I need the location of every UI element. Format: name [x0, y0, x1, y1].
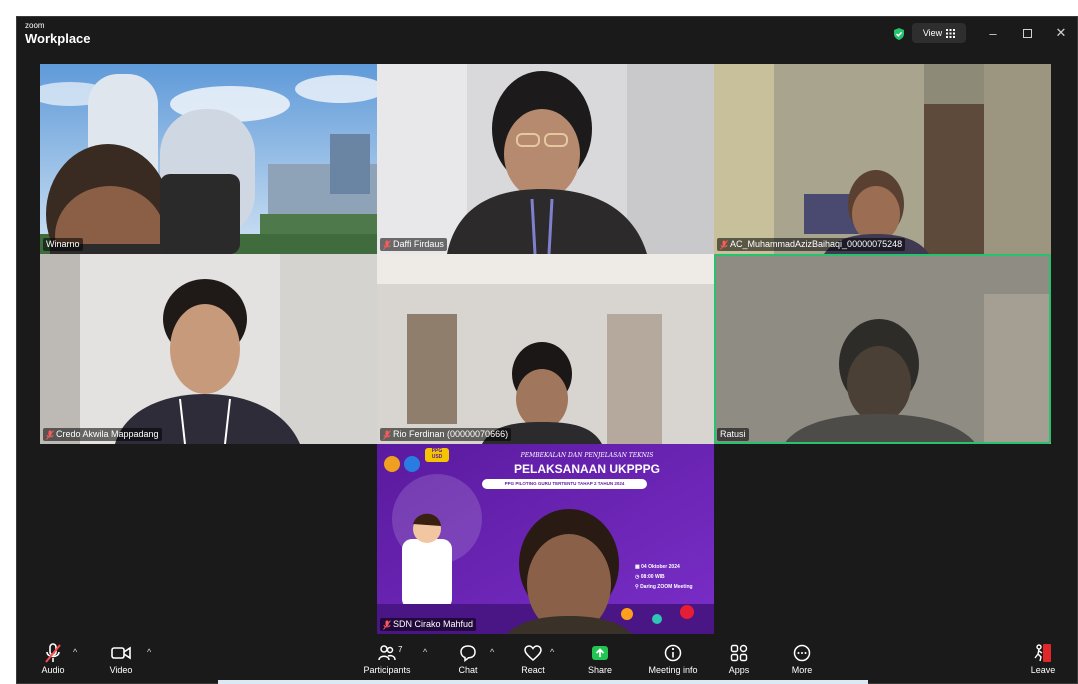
participants-icon	[378, 645, 396, 661]
participants-count: 7	[398, 645, 403, 654]
taskbar-edge	[218, 680, 868, 684]
participant-name: Winarno	[46, 239, 80, 249]
apps-label: Apps	[728, 665, 750, 675]
mic-muted-icon	[383, 239, 391, 250]
video-tile-rio-ferdinan[interactable]: Rio Ferdinan (00000070666)	[377, 254, 714, 444]
chat-bubble-icon	[460, 645, 476, 662]
chat-label: Chat	[458, 665, 478, 675]
banner-tagline: PPG PILOTING GURU TERTENTU TAHAP 2 TAHUN…	[482, 479, 647, 489]
participants-options-chevron-icon[interactable]: ^	[423, 647, 427, 657]
participant-name: Ratusi	[720, 429, 746, 439]
leave-label: Leave	[1030, 665, 1056, 675]
share-screen-icon	[592, 646, 608, 660]
participant-name-tag: Credo Akwila Mappadang	[43, 428, 162, 441]
event-time-text: 08:00 WIB	[640, 574, 665, 580]
participants-label: Participants	[363, 665, 411, 675]
event-place-text: Daring ZOOM Meeting	[640, 584, 693, 590]
video-tile-ac-muhammad-aziz[interactable]: AC_MuhammadAzizBaihaqi_00000075248	[714, 64, 1051, 254]
react-options-chevron-icon[interactable]: ^	[550, 647, 554, 657]
event-date-text: 04 Oktober 2024	[641, 564, 680, 570]
audio-label: Audio	[41, 665, 65, 675]
shield-check-icon[interactable]	[892, 27, 906, 41]
react-label: React	[521, 665, 545, 675]
participant-name-tag: AC_MuhammadAzizBaihaqi_00000075248	[717, 238, 906, 251]
camera-feed	[377, 254, 714, 444]
ppg-usd-logo: PPG USD	[425, 448, 449, 462]
more-label: More	[791, 665, 813, 675]
camera-feed	[40, 254, 377, 444]
active-speaker-border	[714, 254, 1051, 444]
mic-muted-icon	[383, 429, 391, 440]
video-tile-winarno[interactable]: Winarno	[40, 64, 377, 254]
participant-name-tag: Winarno	[43, 238, 83, 251]
share-label: Share	[587, 665, 613, 675]
participant-name: SDN Cirako Mahfud	[393, 619, 474, 629]
share-button[interactable]: Share	[583, 641, 617, 681]
more-button[interactable]: More	[786, 641, 818, 681]
apps-icon	[730, 644, 748, 662]
logo-text-bottom: USD	[431, 454, 443, 460]
title-bar: zoom Workplace View – ✕	[17, 17, 1077, 49]
event-time: ◷ 08:00 WIB	[635, 572, 693, 582]
camera-feed	[377, 64, 714, 254]
zoom-window: zoom Workplace View – ✕ Winarno Daffi Fi…	[16, 16, 1078, 684]
chat-button[interactable]: Chat	[453, 641, 483, 681]
audio-options-chevron-icon[interactable]: ^	[73, 647, 77, 657]
meeting-info-label: Meeting info	[648, 665, 698, 675]
chat-options-chevron-icon[interactable]: ^	[490, 647, 494, 657]
video-tile-credo-akwila[interactable]: Credo Akwila Mappadang	[40, 254, 377, 444]
mic-muted-icon	[46, 429, 54, 440]
grid-icon	[946, 28, 956, 38]
participant-name-tag: Rio Ferdinan (00000070666)	[380, 428, 512, 441]
audio-button[interactable]: Audio	[35, 641, 71, 681]
video-camera-icon	[111, 646, 131, 660]
apps-button[interactable]: Apps	[723, 641, 755, 681]
banner-title: PELAKSANAAN UKPPPG	[513, 462, 660, 476]
participant-name-tag: Daffi Firdaus	[380, 238, 447, 251]
banner-subtitle: PEMBEKALAN DAN PENJELASAN TEKNIS	[520, 452, 654, 459]
video-label: Video	[109, 665, 133, 675]
participant-name-tag: SDN Cirako Mahfud	[380, 618, 477, 631]
mic-muted-icon	[720, 239, 728, 250]
heart-react-icon	[524, 645, 542, 661]
video-button[interactable]: Video	[103, 641, 139, 681]
minimize-icon[interactable]: –	[983, 23, 1003, 43]
close-icon[interactable]: ✕	[1051, 23, 1071, 43]
brand-small-text: zoom	[25, 21, 45, 30]
participant-name: Credo Akwila Mappadang	[56, 429, 159, 439]
more-options-icon	[793, 644, 811, 662]
mic-muted-icon	[45, 643, 61, 663]
participants-button[interactable]: Participants	[362, 641, 412, 681]
video-tile-daffi-firdaus[interactable]: Daffi Firdaus	[377, 64, 714, 254]
event-place: ⚲ Daring ZOOM Meeting	[635, 582, 693, 592]
participant-name: Daffi Firdaus	[393, 239, 444, 249]
leave-door-icon	[1034, 644, 1051, 662]
camera-feed	[714, 64, 1051, 254]
react-button[interactable]: React	[516, 641, 550, 681]
video-tile-ratusi[interactable]: Ratusi	[714, 254, 1051, 444]
meeting-toolbar: Audio ^ Video ^ Participants 7 ^ Chat ^ …	[17, 637, 1077, 683]
participant-name: Rio Ferdinan (00000070666)	[393, 429, 509, 439]
virtual-background-campus	[40, 64, 377, 254]
participant-name: AC_MuhammadAzizBaihaqi_00000075248	[730, 239, 903, 249]
view-label: View	[922, 28, 943, 38]
brand-name: Workplace	[25, 31, 91, 46]
meeting-info-button[interactable]: Meeting info	[640, 641, 706, 681]
maximize-icon[interactable]	[1017, 23, 1037, 43]
participant-name-tag: Ratusi	[717, 428, 749, 441]
leave-button[interactable]: Leave	[1027, 641, 1059, 681]
mic-muted-icon	[383, 619, 391, 630]
event-date: ▦ 04 Oktober 2024	[635, 562, 693, 572]
event-details: ▦ 04 Oktober 2024 ◷ 08:00 WIB ⚲ Daring Z…	[635, 562, 693, 592]
video-options-chevron-icon[interactable]: ^	[147, 647, 151, 657]
video-tile-sdn-cirako-mahfud[interactable]: PPG USD PEMBEKALAN DAN PENJELASAN TEKNIS…	[377, 444, 714, 634]
info-icon	[664, 644, 682, 662]
view-button[interactable]: View	[912, 23, 966, 43]
